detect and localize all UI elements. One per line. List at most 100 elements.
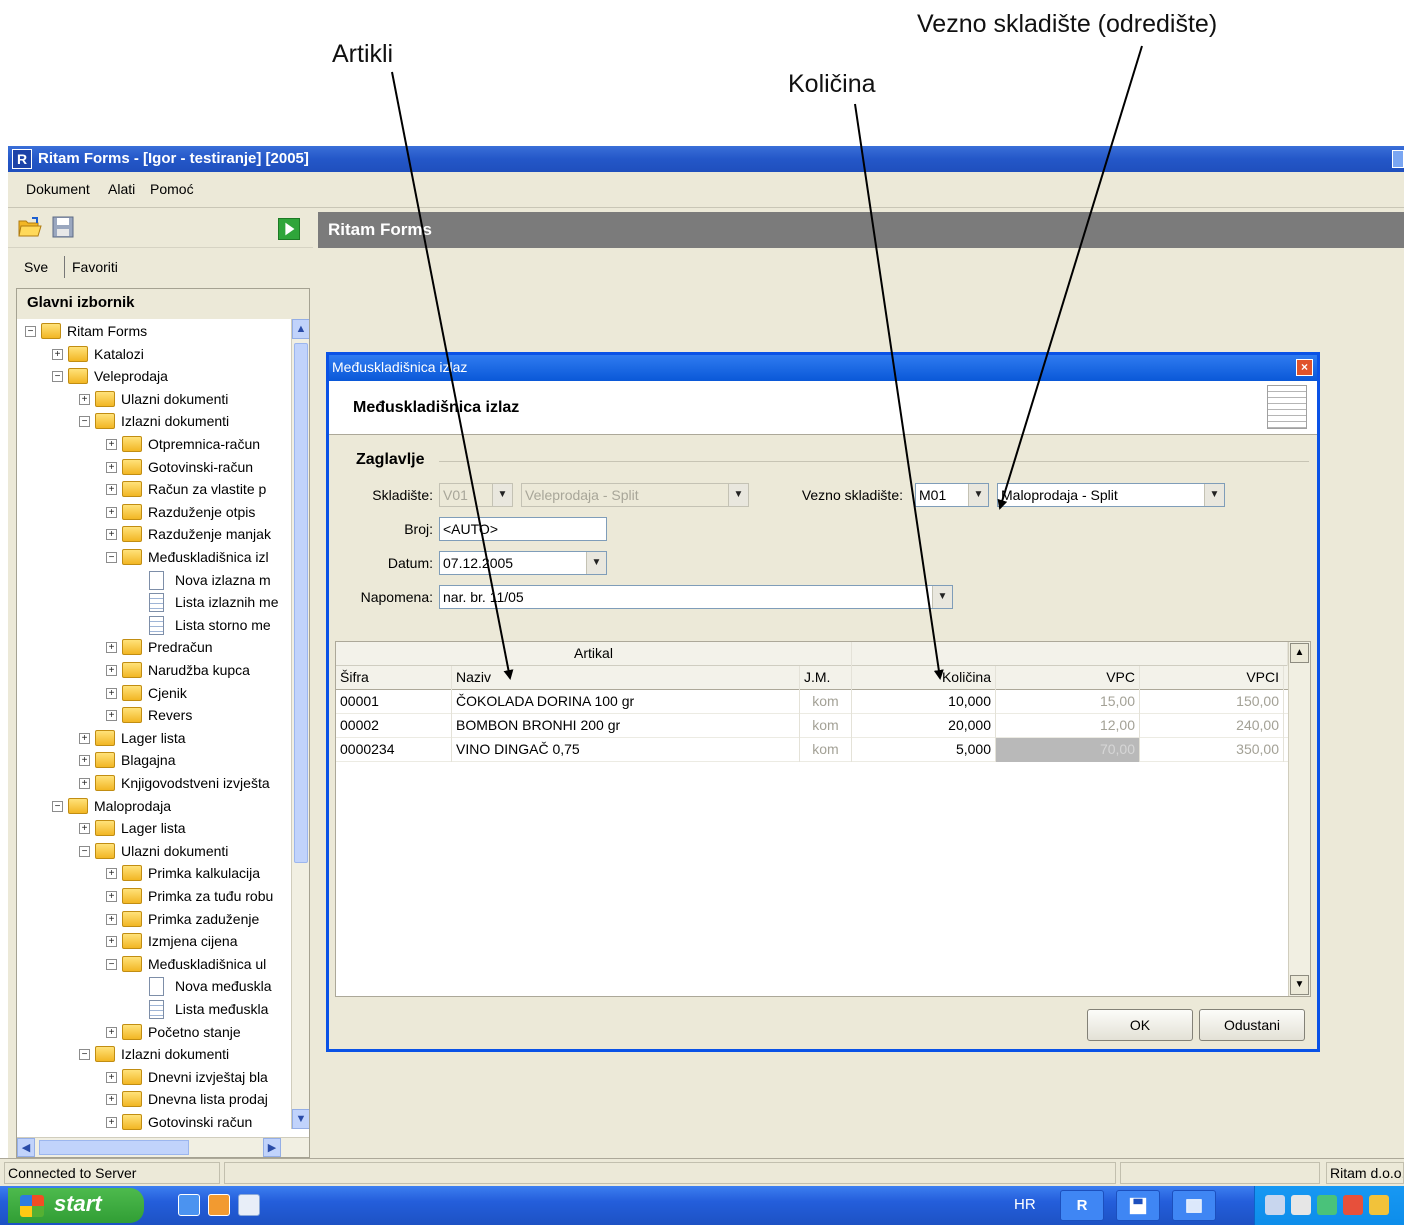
scroll-down-icon[interactable]: ▼: [292, 1109, 309, 1129]
cell-kolicina[interactable]: 5,000: [852, 738, 996, 762]
odustani-button[interactable]: Odustani: [1199, 1009, 1305, 1041]
expand-icon[interactable]: +: [106, 506, 117, 518]
expand-icon[interactable]: +: [106, 936, 117, 948]
column-jm[interactable]: J.M.: [800, 666, 852, 690]
table-row[interactable]: 0000234 VINO DINGAČ 0,75 kom 5,000 70,00 350,…: [336, 738, 1310, 762]
collapse-icon[interactable]: −: [79, 845, 90, 857]
cell-naziv[interactable]: ČOKOLADA DORINA 100 gr: [452, 690, 800, 714]
ie-icon[interactable]: [178, 1194, 200, 1216]
grid-scroll-up-icon[interactable]: ▲: [1290, 643, 1309, 663]
collapse-icon[interactable]: −: [106, 958, 117, 970]
start-button[interactable]: start: [8, 1188, 144, 1223]
run-play-icon[interactable]: [278, 218, 300, 240]
cell-jm[interactable]: kom: [800, 690, 852, 714]
tree-horizontal-scrollbar[interactable]: ◀ ▶: [17, 1137, 309, 1157]
media-icon[interactable]: [238, 1194, 260, 1216]
expand-icon[interactable]: +: [79, 393, 90, 405]
save-icon[interactable]: [52, 216, 74, 238]
vezno-skladiste-code-combo[interactable]: M01 ▼: [915, 483, 989, 507]
column-vpc[interactable]: VPC: [996, 666, 1140, 690]
chevron-down-icon[interactable]: ▼: [586, 552, 606, 574]
expand-icon[interactable]: +: [106, 439, 117, 450]
expand-icon[interactable]: +: [106, 710, 117, 722]
cell-vpc[interactable]: 70,00: [996, 738, 1140, 762]
scroll-thumb[interactable]: [294, 343, 308, 863]
expand-icon[interactable]: +: [106, 529, 117, 541]
tray-volume-icon[interactable]: [1291, 1195, 1311, 1215]
cell-vpc[interactable]: 12,00: [996, 714, 1140, 738]
tab-favoriti[interactable]: Favoriti: [72, 259, 118, 275]
cell-kolicina[interactable]: 10,000: [852, 690, 996, 714]
datum-picker[interactable]: 07.12.2005 ▼: [439, 551, 607, 575]
grid-vertical-scrollbar[interactable]: ▲ ▼: [1288, 642, 1310, 996]
tray-sync-icon[interactable]: [1317, 1195, 1337, 1215]
menu-dokument[interactable]: Dokument: [26, 181, 90, 197]
expand-icon[interactable]: +: [106, 913, 117, 925]
title-bar[interactable]: R Ritam Forms - [Igor - testiranje] [200…: [8, 146, 1404, 172]
cell-vpci[interactable]: 150,00: [1140, 690, 1284, 714]
language-indicator[interactable]: HR: [1014, 1196, 1036, 1213]
taskbar-save-button[interactable]: [1116, 1190, 1160, 1221]
column-kolicina[interactable]: Količina: [852, 666, 996, 690]
collapse-icon[interactable]: −: [79, 416, 90, 428]
vezno-skladiste-name-combo[interactable]: Maloprodaja - Split ▼: [997, 483, 1225, 507]
tree-vertical-scrollbar[interactable]: ▲ ▼: [291, 319, 309, 1129]
expand-icon[interactable]: +: [106, 461, 117, 473]
cell-sifra[interactable]: 00002: [336, 714, 452, 738]
expand-icon[interactable]: +: [106, 868, 117, 880]
expand-icon[interactable]: +: [106, 1094, 117, 1106]
expand-icon[interactable]: +: [106, 642, 117, 654]
chevron-down-icon[interactable]: ▼: [1204, 484, 1224, 506]
outlook-icon[interactable]: [208, 1194, 230, 1216]
cell-jm[interactable]: kom: [800, 738, 852, 762]
broj-input[interactable]: <AUTO>: [439, 517, 607, 541]
column-sifra[interactable]: Šifra: [336, 666, 452, 690]
close-icon[interactable]: ×: [1296, 359, 1313, 376]
expand-icon[interactable]: +: [106, 687, 117, 699]
table-row[interactable]: 00002 BOMBON BRONHI 200 gr kom 20,000 12,00 2…: [336, 714, 1310, 738]
expand-icon[interactable]: +: [79, 823, 90, 835]
expand-icon[interactable]: +: [106, 665, 117, 676]
menu-alati[interactable]: Alati: [108, 181, 135, 197]
napomena-combo[interactable]: nar. br. 11/05 ▼: [439, 585, 953, 609]
cell-vpci[interactable]: 350,00: [1140, 738, 1284, 762]
collapse-icon[interactable]: −: [25, 326, 36, 337]
cell-naziv[interactable]: VINO DINGAČ 0,75: [452, 738, 800, 762]
column-naziv[interactable]: Naziv: [452, 666, 800, 690]
expand-icon[interactable]: +: [79, 778, 90, 789]
expand-icon[interactable]: +: [106, 891, 117, 902]
tray-network-icon[interactable]: [1265, 1195, 1285, 1215]
cell-naziv[interactable]: BOMBON BRONHI 200 gr: [452, 714, 800, 738]
expand-icon[interactable]: +: [106, 1026, 117, 1038]
cell-jm[interactable]: kom: [800, 714, 852, 738]
expand-icon[interactable]: +: [79, 732, 90, 744]
chevron-down-icon[interactable]: ▼: [968, 484, 988, 506]
tray-antivirus-icon[interactable]: [1343, 1195, 1363, 1215]
cell-kolicina[interactable]: 20,000: [852, 714, 996, 738]
expand-icon[interactable]: +: [106, 484, 117, 496]
menu-pomoc[interactable]: Pomoć: [150, 181, 194, 197]
tray-app-icon[interactable]: [1369, 1195, 1389, 1215]
minimize-icon[interactable]: [1392, 150, 1404, 168]
expand-icon[interactable]: +: [52, 348, 63, 360]
cell-sifra[interactable]: 0000234: [336, 738, 452, 762]
column-vpci[interactable]: VPCI: [1140, 666, 1284, 690]
grid-scroll-down-icon[interactable]: ▼: [1290, 975, 1309, 995]
collapse-icon[interactable]: −: [106, 552, 117, 563]
open-folder-icon[interactable]: [18, 216, 42, 238]
expand-icon[interactable]: +: [106, 1071, 117, 1083]
dialog-title-bar[interactable]: Međuskladišnica izlaz ×: [329, 355, 1317, 381]
collapse-icon[interactable]: −: [52, 371, 63, 383]
cell-vpc[interactable]: 15,00: [996, 690, 1140, 714]
chevron-down-icon[interactable]: ▼: [932, 586, 952, 608]
table-row[interactable]: 00001 ČOKOLADA DORINA 100 gr kom 10,000 15,0…: [336, 690, 1310, 714]
scroll-left-icon[interactable]: ◀: [17, 1138, 35, 1157]
expand-icon[interactable]: +: [79, 755, 90, 767]
expand-icon[interactable]: +: [106, 1117, 117, 1128]
scroll-h-thumb[interactable]: [39, 1140, 189, 1155]
scroll-right-icon[interactable]: ▶: [263, 1138, 281, 1157]
tab-sve[interactable]: Sve: [24, 259, 48, 275]
collapse-icon[interactable]: −: [52, 800, 63, 812]
scroll-up-icon[interactable]: ▲: [292, 319, 309, 339]
cell-vpci[interactable]: 240,00: [1140, 714, 1284, 738]
